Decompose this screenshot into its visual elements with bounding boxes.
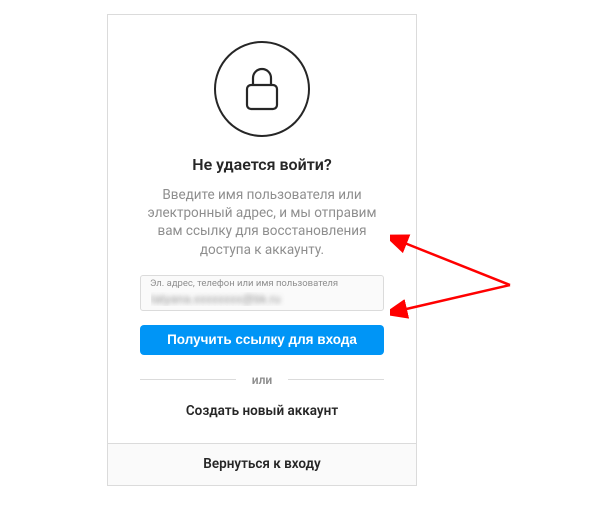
back-to-login-link[interactable]: Вернуться к входу bbox=[203, 456, 320, 472]
divider: или bbox=[140, 373, 384, 387]
send-link-button[interactable]: Получить ссылку для входа bbox=[140, 325, 384, 355]
login-input-wrapper: Эл. адрес, телефон или имя пользователя bbox=[140, 275, 384, 311]
card-body: Не удается войти? Введите имя пользовате… bbox=[108, 15, 416, 443]
divider-line-right bbox=[288, 379, 384, 380]
login-help-card: Не удается войти? Введите имя пользовате… bbox=[107, 14, 417, 486]
lock-icon bbox=[214, 41, 310, 137]
login-input[interactable] bbox=[140, 275, 384, 311]
create-account-link[interactable]: Создать новый аккаунт bbox=[140, 403, 384, 419]
card-footer: Вернуться к входу bbox=[108, 443, 416, 485]
description-text: Введите имя пользователя или электронный… bbox=[140, 186, 384, 259]
divider-label: или bbox=[236, 373, 289, 387]
divider-line-left bbox=[140, 379, 236, 380]
page-title: Не удается войти? bbox=[140, 155, 384, 174]
